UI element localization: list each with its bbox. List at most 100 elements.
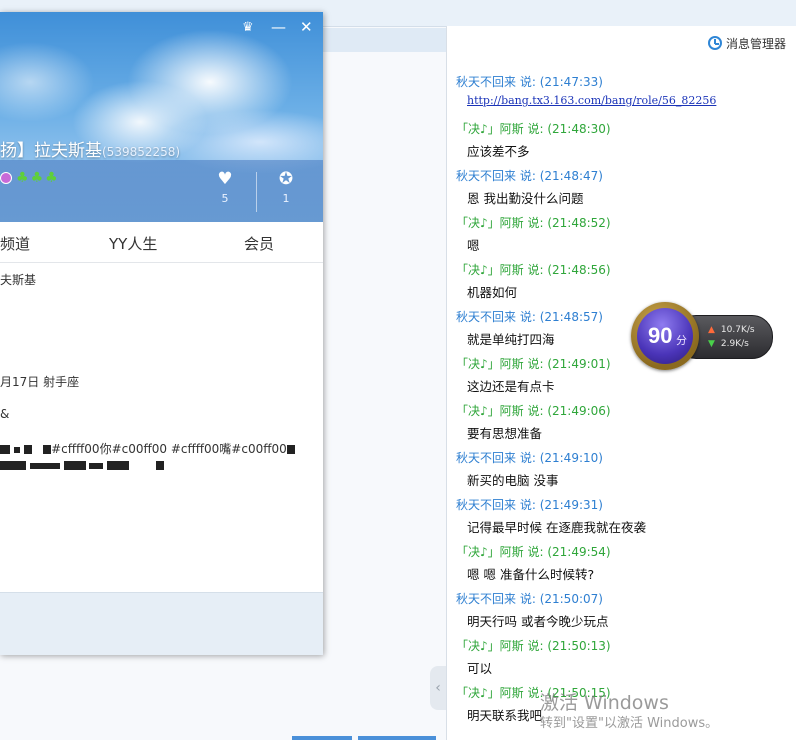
message-sender: 秋天不回来 说:	[456, 451, 536, 465]
message-header: 秋天不回来 说: (21:48:57)	[456, 308, 603, 325]
bottom-button-2[interactable]	[358, 736, 436, 740]
chat-message: 「决♪」阿斯 说: (21:48:52) 嗯	[447, 211, 796, 258]
message-sender: 秋天不回来 说:	[456, 75, 536, 89]
message-time: (21:49:54)	[547, 545, 611, 559]
message-text: 明天行吗 或者今晚少玩点	[467, 614, 609, 629]
clover-icon[interactable]: ♣	[31, 171, 44, 185]
chat-message: 秋天不回来 说: (21:47:33) http://bang.tx3.163.…	[447, 70, 796, 117]
chat-panel: 消息管理器 秋天不回来 说: (21:47:33) http://bang.tx…	[447, 26, 796, 740]
network-speed-widget[interactable]: ▲ 10.7K/s ▼ 2.9K/s 90 分	[631, 302, 773, 370]
speed-score: 90	[648, 323, 673, 348]
chat-message: 「决♪」阿斯 说: (21:49:54) 嗯 嗯 准备什么时候转?	[447, 540, 796, 587]
badge-row: ♣ ♣ ♣	[0, 171, 58, 185]
minimize-icon[interactable]: —	[271, 18, 286, 36]
vip-badge-icon[interactable]	[0, 172, 12, 184]
message-sender: 秋天不回来 说:	[456, 310, 536, 324]
profile-tabs: 频道 YY人生 会员	[0, 222, 323, 263]
heart-icon: ♥	[217, 169, 233, 189]
info-mark: &	[0, 407, 10, 421]
clover-icon[interactable]: ♣	[16, 171, 29, 185]
likes-stat[interactable]: ♥ 5	[210, 170, 240, 205]
redacted-block	[286, 445, 295, 454]
message-header: 秋天不回来 说: (21:49:31)	[456, 496, 603, 513]
redacted-block	[89, 462, 104, 469]
arrow-up-icon: ▲	[708, 325, 715, 335]
redacted-block	[29, 462, 60, 469]
stat-divider	[256, 172, 257, 212]
redacted-block	[13, 446, 20, 453]
redacted-block	[0, 445, 10, 454]
message-text: 嗯 嗯 准备什么时候转?	[467, 567, 595, 582]
upload-speed: 10.7K/s	[720, 325, 755, 335]
chat-message: 秋天不回来 说: (21:50:07) 明天行吗 或者今晚少玩点	[447, 587, 796, 634]
message-sender: 秋天不回来 说:	[456, 592, 536, 606]
message-text: 就是单纯打四海	[467, 332, 555, 347]
message-time: (21:49:31)	[539, 498, 603, 512]
redacted-block	[107, 461, 130, 470]
chat-message: 「决♪」阿斯 说: (21:48:30) 应该差不多	[447, 117, 796, 164]
chat-message: 秋天不回来 说: (21:49:10) 新买的电脑 没事	[447, 446, 796, 493]
chat-message: 「决♪」阿斯 说: (21:49:06) 要有思想准备	[447, 399, 796, 446]
message-text: 这边还是有点卡	[467, 379, 555, 394]
message-sender: 「决♪」阿斯 说:	[456, 404, 544, 418]
message-manager-label: 消息管理器	[725, 36, 786, 51]
tab-member[interactable]: 会员	[244, 233, 274, 254]
message-sender: 「决♪」阿斯 说:	[456, 639, 544, 653]
activation-watermark-subtitle: 转到"设置"以激活 Windows。	[540, 716, 719, 731]
message-time: (21:50:07)	[539, 592, 603, 606]
message-sender: 「决♪」阿斯 说:	[456, 122, 544, 136]
arrow-down-icon: ▼	[708, 339, 715, 349]
message-header: 「决♪」阿斯 说: (21:50:13)	[456, 637, 611, 654]
message-header: 秋天不回来 说: (21:48:47)	[456, 167, 603, 184]
message-manager-button[interactable]: 消息管理器	[707, 34, 786, 52]
redacted-block	[0, 461, 26, 470]
chat-message: 「决♪」阿斯 说: (21:48:56) 机器如何	[447, 258, 796, 305]
profile-name: 扬】拉夫斯基(539852258)	[0, 136, 180, 161]
awards-stat[interactable]: ✪ 1	[271, 170, 301, 205]
chat-message: 秋天不回来 说: (21:49:31) 记得最早时候 在逐鹿我就在夜袭	[447, 493, 796, 540]
download-speed: 2.9K/s	[720, 339, 749, 349]
info-birthday: 月17日 射手座	[0, 375, 80, 389]
message-text: 应该差不多	[467, 144, 530, 159]
speed-score-unit: 分	[676, 334, 687, 347]
award-icon: ✪	[278, 169, 294, 189]
clover-icon[interactable]: ♣	[45, 171, 58, 185]
message-text: 恩 我出勤没什么问题	[467, 191, 584, 206]
message-text: 要有思想准备	[467, 426, 543, 441]
tab-channel[interactable]: 频道	[0, 233, 30, 254]
message-sender: 「决♪」阿斯 说:	[456, 216, 544, 230]
redacted-block	[23, 445, 32, 454]
collapse-arrow-icon[interactable]: ‹	[430, 666, 446, 710]
message-text: 机器如何	[467, 285, 518, 300]
info-nickname: 夫斯基	[0, 273, 37, 287]
message-time: (21:49:01)	[547, 357, 611, 371]
message-header: 「决♪」阿斯 说: (21:48:52)	[456, 214, 611, 231]
message-link[interactable]: http://bang.tx3.163.com/bang/role/56_822…	[467, 94, 716, 107]
message-list: 秋天不回来 说: (21:47:33) http://bang.tx3.163.…	[447, 70, 796, 728]
message-text: 嗯	[467, 238, 480, 253]
redacted-block	[156, 461, 165, 470]
message-header: 「决♪」阿斯 说: (21:49:54)	[456, 543, 611, 560]
profile-popup: ♛ — ✕ 扬】拉夫斯基(539852258) ♣ ♣ ♣ ♥ 5 ✪ 1 频道…	[0, 12, 323, 655]
message-time: (21:47:33)	[539, 75, 603, 89]
message-header: 秋天不回来 说: (21:49:10)	[456, 449, 603, 466]
tab-yy-life[interactable]: YY人生	[109, 233, 157, 254]
skin-icon[interactable]: ♛	[242, 20, 254, 35]
message-time: (21:50:13)	[547, 639, 611, 653]
redacted-block	[43, 445, 52, 454]
close-icon[interactable]: ✕	[300, 18, 313, 36]
profile-footer	[0, 592, 323, 655]
bottom-button-1[interactable]	[292, 736, 352, 740]
message-time: (21:48:47)	[539, 169, 603, 183]
message-text: 可以	[467, 661, 493, 676]
likes-count: 5	[221, 192, 229, 205]
speed-score-orb[interactable]: 90 分	[631, 302, 699, 370]
signature-text: #cffff00你#c00ff00 #cffff00嘴#c00ff00	[51, 442, 287, 456]
activation-watermark-title: 激活 Windows	[540, 692, 669, 714]
message-time: (21:49:10)	[539, 451, 603, 465]
redacted-block	[63, 461, 86, 470]
message-sender: 「决♪」阿斯 说:	[456, 545, 544, 559]
chat-message: 「决♪」阿斯 说: (21:50:13) 可以	[447, 634, 796, 681]
message-sender: 秋天不回来 说:	[456, 498, 536, 512]
message-sender: 「决♪」阿斯 说:	[456, 263, 544, 277]
